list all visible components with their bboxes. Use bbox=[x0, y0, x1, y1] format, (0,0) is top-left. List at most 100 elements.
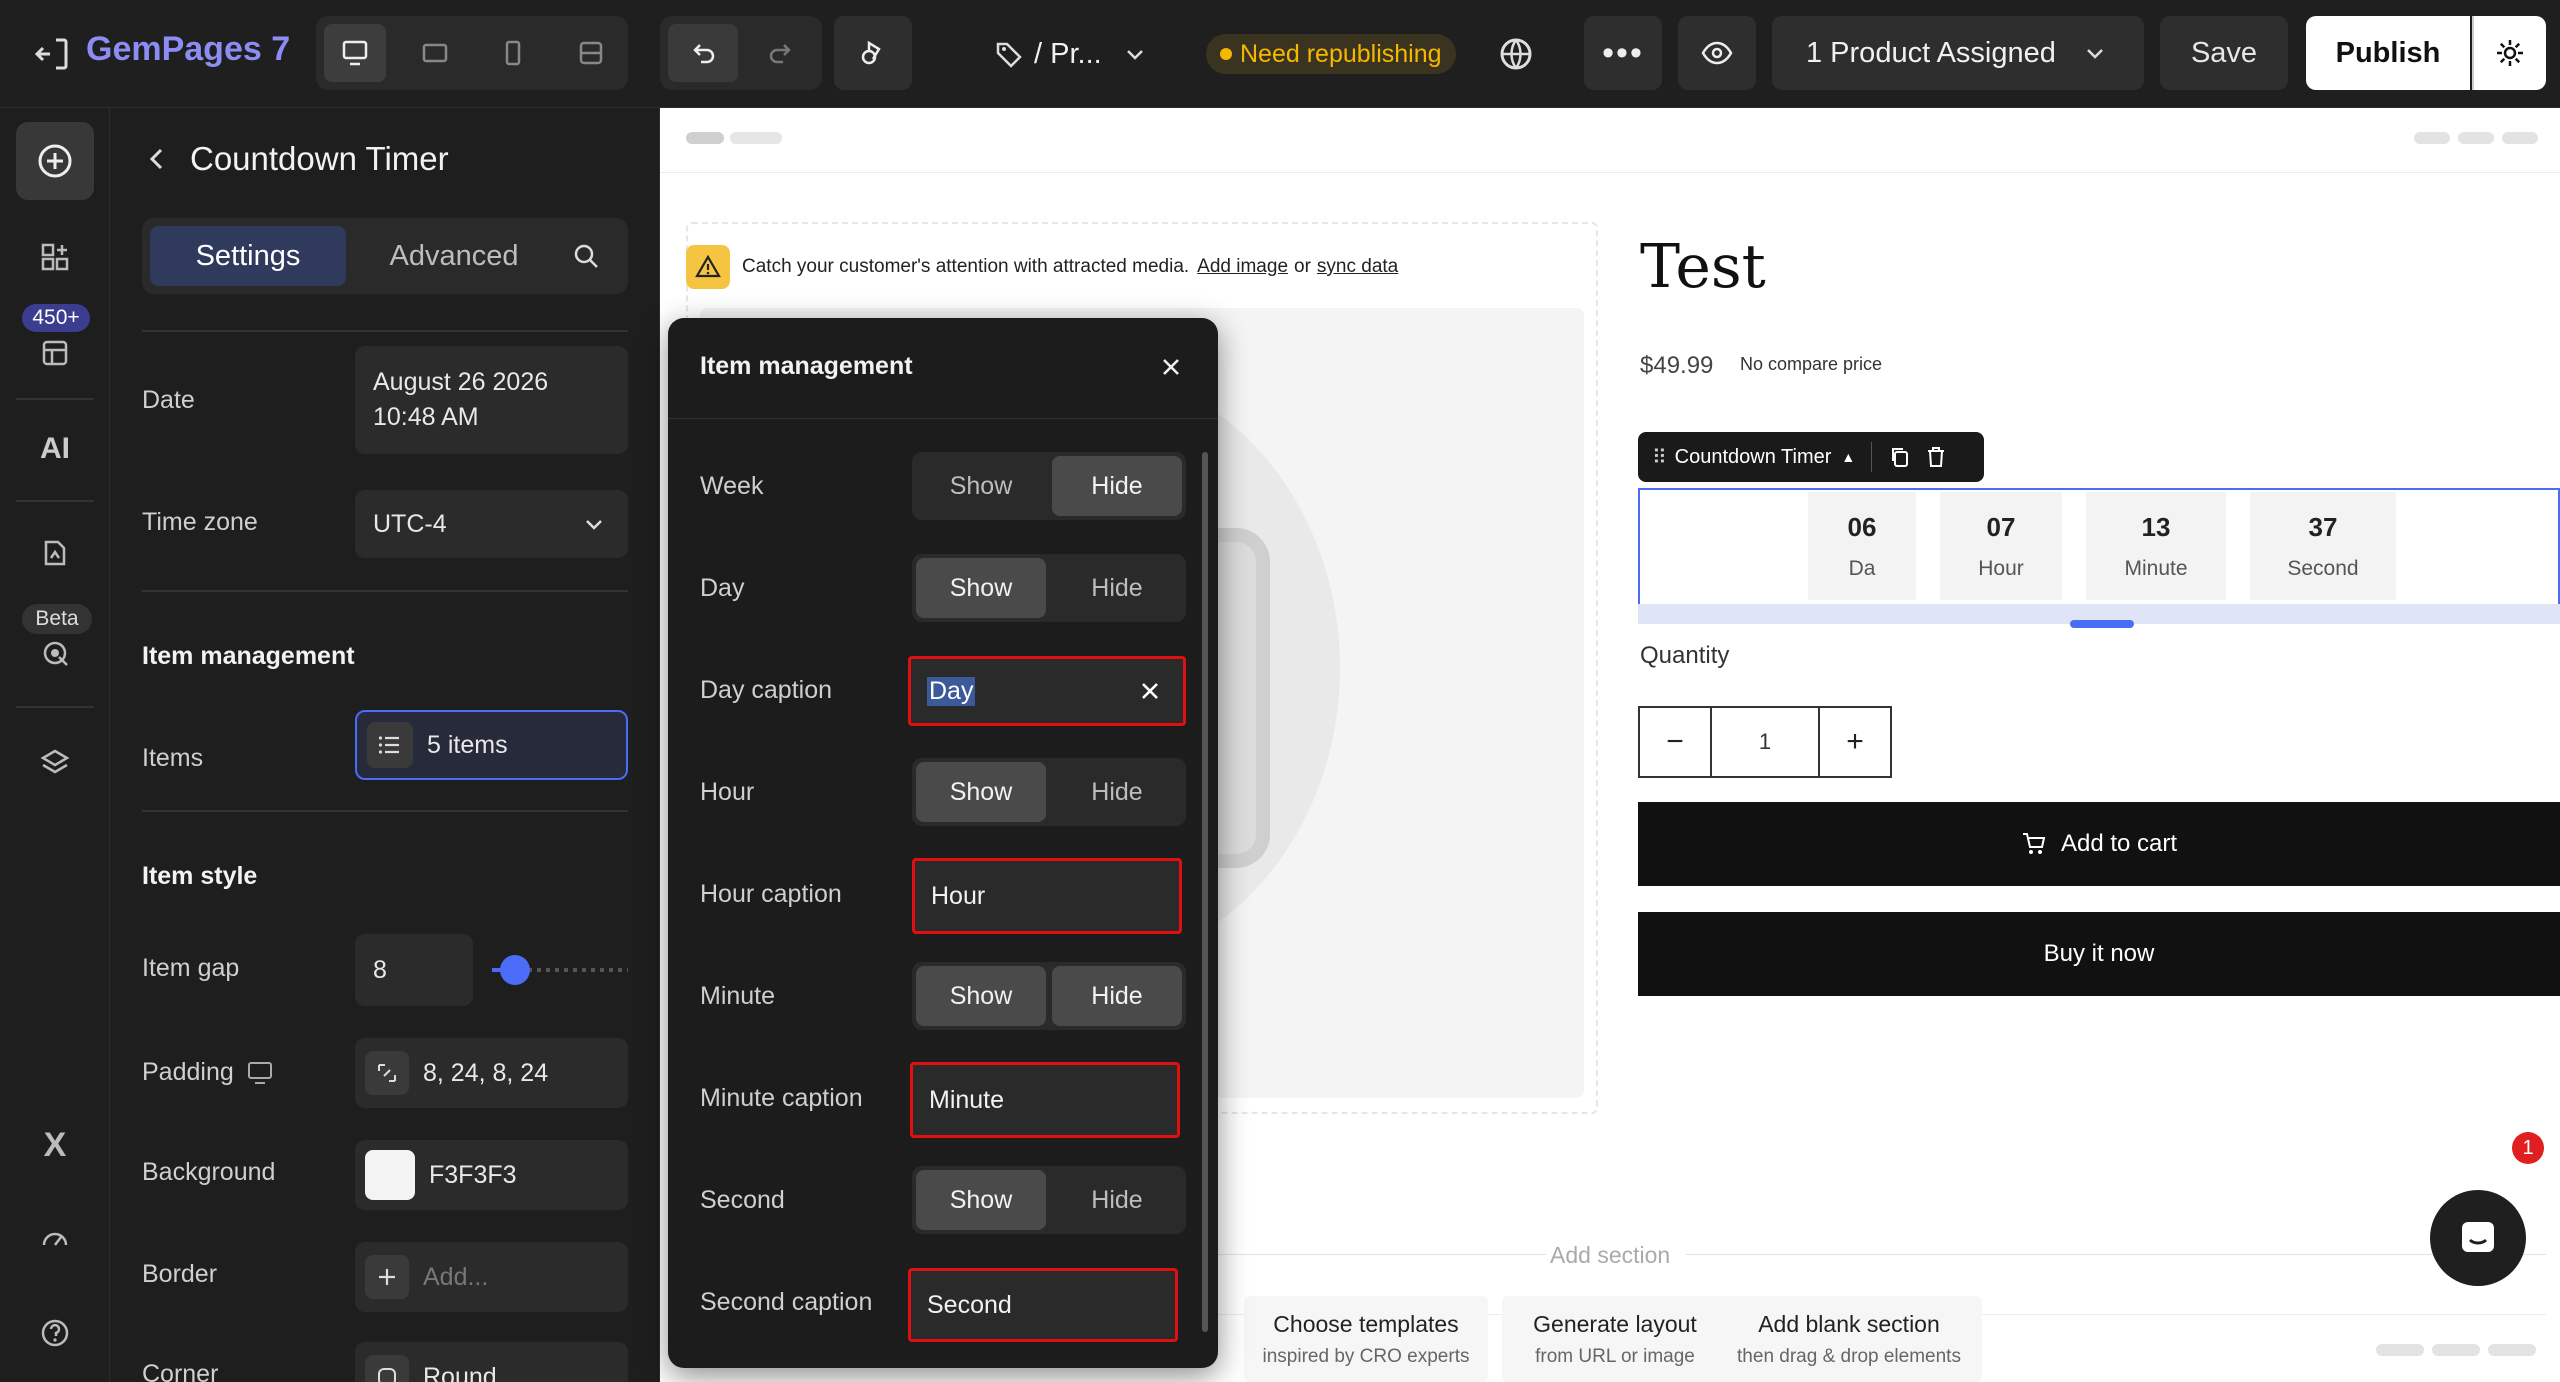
minute-caption-input[interactable]: Minute bbox=[910, 1062, 1180, 1138]
corner-field[interactable]: Round bbox=[355, 1342, 628, 1382]
increase-button[interactable]: + bbox=[1818, 708, 1890, 776]
gear-icon bbox=[2497, 40, 2523, 66]
back-icon[interactable] bbox=[140, 142, 174, 176]
day-caption-input[interactable]: Day bbox=[908, 656, 1186, 726]
second-caption-value: Second bbox=[927, 1290, 1012, 1319]
background-value: F3F3F3 bbox=[429, 1160, 517, 1189]
mobile-icon[interactable] bbox=[482, 24, 544, 82]
header-placeholder bbox=[730, 132, 782, 144]
add-blank-section-option[interactable]: Add blank section then drag & drop eleme… bbox=[1716, 1296, 1982, 1382]
second-show-option[interactable]: Show bbox=[916, 1170, 1046, 1230]
heatmap-icon[interactable] bbox=[30, 628, 80, 678]
items-value: 5 items bbox=[427, 730, 508, 759]
hour-show-option[interactable]: Show bbox=[916, 762, 1046, 822]
minute-hide-option[interactable]: Hide bbox=[1052, 966, 1182, 1026]
plus-icon bbox=[365, 1255, 409, 1299]
option-subtitle: inspired by CRO experts bbox=[1262, 1345, 1470, 1367]
globe-icon[interactable] bbox=[1494, 32, 1538, 76]
sep-line bbox=[16, 706, 94, 708]
background-field[interactable]: F3F3F3 bbox=[355, 1140, 628, 1210]
day-show-option[interactable]: Show bbox=[916, 558, 1046, 618]
week-show-option[interactable]: Show bbox=[916, 456, 1046, 516]
redo-icon[interactable] bbox=[746, 24, 816, 82]
close-icon[interactable] bbox=[1156, 352, 1186, 382]
add-image-link[interactable]: Add image bbox=[1197, 256, 1288, 278]
clear-icon[interactable] bbox=[1137, 678, 1163, 704]
save-button[interactable]: Save bbox=[2160, 16, 2288, 90]
desktop-icon[interactable] bbox=[324, 24, 386, 82]
buy-now-button[interactable]: Buy it now bbox=[1638, 912, 2560, 996]
week-label: Week bbox=[700, 472, 764, 500]
minute-show-option[interactable]: Show bbox=[916, 966, 1046, 1026]
add-to-cart-button[interactable]: Add to cart bbox=[1638, 802, 2560, 886]
week-hide-option[interactable]: Hide bbox=[1052, 456, 1182, 516]
ai-icon[interactable]: AI bbox=[30, 424, 80, 474]
element-toolbar[interactable]: ⠿ Countdown Timer ▲ bbox=[1638, 432, 1984, 482]
speed-gauge-icon[interactable] bbox=[30, 1214, 80, 1264]
second-caption-input[interactable]: Second bbox=[908, 1268, 1178, 1342]
date-field[interactable]: August 26 2026 10:48 AM bbox=[355, 346, 628, 454]
duplicate-icon[interactable] bbox=[1888, 445, 1912, 469]
templates-icon[interactable] bbox=[30, 328, 80, 378]
hour-hide-option[interactable]: Hide bbox=[1052, 762, 1182, 822]
date-value-line1: August 26 2026 bbox=[373, 368, 549, 396]
chat-launcher[interactable] bbox=[2430, 1190, 2526, 1286]
trash-icon[interactable] bbox=[1924, 445, 1948, 469]
item-management-title: Item management bbox=[142, 642, 355, 670]
resize-handle[interactable] bbox=[2070, 620, 2134, 628]
add-element-button[interactable] bbox=[16, 122, 94, 200]
second-hide-option[interactable]: Hide bbox=[1052, 1170, 1182, 1230]
hour-caption-input[interactable]: Hour bbox=[912, 858, 1182, 934]
product-assigned-dropdown[interactable]: 1 Product Assigned bbox=[1772, 16, 2144, 90]
week-toggle: Show Hide bbox=[912, 452, 1186, 520]
sep-line bbox=[16, 398, 94, 400]
help-icon[interactable] bbox=[30, 1308, 80, 1358]
publish-settings-button[interactable] bbox=[2472, 16, 2546, 90]
tablet-icon[interactable] bbox=[404, 24, 466, 82]
popup-title: Item management bbox=[700, 352, 913, 380]
hour-toggle: Show Hide bbox=[912, 758, 1186, 826]
timezone-value: UTC-4 bbox=[373, 509, 447, 538]
drag-handle-icon[interactable]: ⠿ bbox=[1652, 445, 1667, 470]
exit-icon[interactable] bbox=[30, 32, 74, 76]
layers-icon[interactable] bbox=[30, 738, 80, 788]
more-options-button[interactable]: ••• bbox=[1584, 16, 1662, 90]
publish-button[interactable]: Publish bbox=[2306, 16, 2470, 90]
undo-icon[interactable] bbox=[668, 24, 738, 82]
timezone-select[interactable]: UTC-4 bbox=[355, 490, 628, 558]
search-icon[interactable] bbox=[570, 240, 602, 272]
sync-data-link[interactable]: sync data bbox=[1317, 256, 1398, 278]
status-badge[interactable]: Need republishing bbox=[1206, 34, 1456, 74]
item-gap-slider[interactable] bbox=[492, 952, 628, 988]
choose-templates-option[interactable]: Choose templates inspired by CRO experts bbox=[1244, 1296, 1488, 1382]
border-field[interactable]: Add... bbox=[355, 1242, 628, 1312]
quantity-stepper: − 1 + bbox=[1638, 706, 1892, 778]
toolbar-divider bbox=[1871, 442, 1873, 472]
generate-layout-option[interactable]: Generate layout from URL or image bbox=[1502, 1296, 1728, 1382]
color-swatch[interactable] bbox=[365, 1150, 415, 1200]
tab-advanced[interactable]: Advanced bbox=[356, 226, 552, 286]
preview-button[interactable] bbox=[1678, 16, 1756, 90]
responsive-icon[interactable] bbox=[560, 24, 622, 82]
top-toolbar: GemPages 7 / Pr... Need republishing •••… bbox=[0, 0, 2560, 108]
style-manager-button[interactable] bbox=[834, 16, 912, 90]
tab-settings[interactable]: Settings bbox=[150, 226, 346, 286]
quantity-value[interactable]: 1 bbox=[1712, 708, 1818, 776]
item-gap-input[interactable]: 8 bbox=[355, 934, 473, 1006]
compare-price: No compare price bbox=[1740, 354, 1883, 374]
page-selector[interactable]: / Pr... bbox=[994, 26, 1174, 82]
apps-icon[interactable] bbox=[30, 232, 80, 282]
x-brand-icon[interactable]: X bbox=[30, 1120, 80, 1170]
padding-field[interactable]: 8, 24, 8, 24 bbox=[355, 1038, 628, 1108]
item-style-title: Item style bbox=[142, 862, 258, 890]
items-field[interactable]: 5 items bbox=[355, 710, 628, 780]
popup-scrollbar[interactable] bbox=[1202, 452, 1208, 1332]
day-hide-option[interactable]: Hide bbox=[1052, 558, 1182, 618]
decrease-button[interactable]: − bbox=[1640, 708, 1712, 776]
countdown-caption: Second bbox=[2287, 556, 2359, 580]
slider-thumb[interactable] bbox=[500, 955, 530, 985]
chat-badge: 1 bbox=[2512, 1132, 2544, 1164]
divider bbox=[142, 810, 628, 812]
minute-caption-value: Minute bbox=[929, 1085, 1005, 1114]
page-analytics-icon[interactable] bbox=[30, 528, 80, 578]
